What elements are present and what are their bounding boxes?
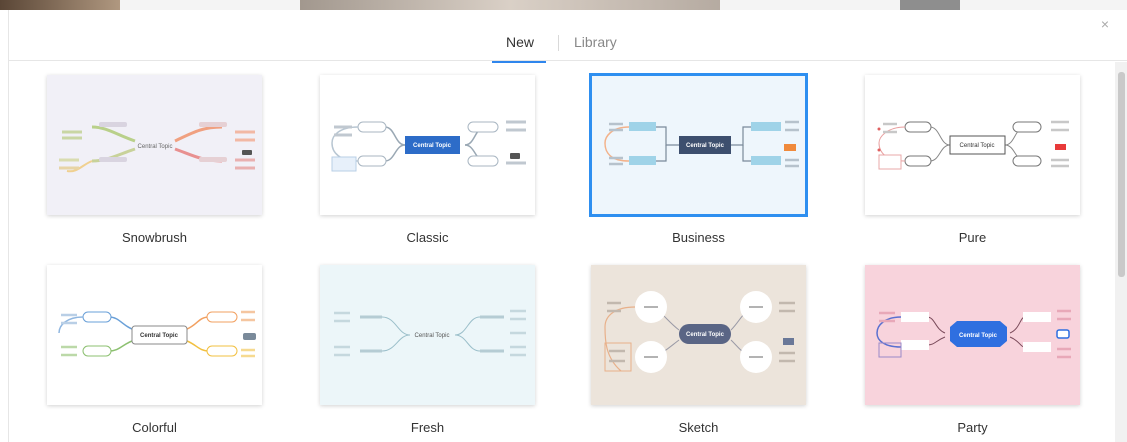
theme-label: Party <box>957 420 988 435</box>
central-topic-text: Central Topic <box>960 143 995 149</box>
vertical-scrollbar[interactable] <box>1115 62 1127 442</box>
central-topic-text: Central Topic <box>138 144 173 150</box>
new-document-dialog: × New Library Central Topic Snowbrush Ce… <box>8 10 1127 442</box>
central-topic-text: Central Topic <box>413 143 452 149</box>
theme-card-pure[interactable]: Central Topic Pure <box>865 75 1080 245</box>
tab-new[interactable]: New <box>491 34 547 63</box>
theme-label: Business <box>672 230 725 245</box>
central-topic-text: Central Topic <box>686 143 725 149</box>
theme-thumbnail-sketch: Central Topic <box>591 265 806 405</box>
theme-thumbnail-snowbrush: Central Topic <box>47 75 262 215</box>
theme-label: Classic <box>406 230 449 245</box>
central-topic-text: Central Topic <box>140 333 179 339</box>
scrollbar-thumb[interactable] <box>1118 72 1125 277</box>
theme-thumbnail-pure: Central Topic <box>865 75 1080 215</box>
central-topic-text: Central Topic <box>415 333 450 339</box>
theme-thumbnail-fresh: Central Topic <box>320 265 535 405</box>
theme-label: Snowbrush <box>121 230 188 245</box>
theme-card-fresh[interactable]: Central Topic Fresh <box>320 265 535 435</box>
theme-thumbnail-colorful: Central Topic <box>47 265 262 405</box>
theme-thumbnail-classic: Central Topic <box>320 75 535 215</box>
theme-card-colorful[interactable]: Central Topic Colorful <box>47 265 262 435</box>
theme-label: Fresh <box>410 420 445 435</box>
central-topic-text: Central Topic <box>686 332 725 338</box>
tab-divider <box>558 35 559 51</box>
theme-thumbnail-business: Central Topic <box>589 73 808 217</box>
theme-card-party[interactable]: Central Topic Party <box>865 265 1080 435</box>
theme-label: Colorful <box>132 420 177 435</box>
background-window-strip <box>0 0 1127 10</box>
theme-card-sketch[interactable]: Central Topic Sketch <box>591 265 806 435</box>
theme-card-classic[interactable]: Central Topic Classic <box>320 75 535 245</box>
theme-label: Sketch <box>678 420 719 435</box>
tab-library[interactable]: Library <box>574 34 617 61</box>
central-topic-text: Central Topic <box>959 333 998 339</box>
theme-card-business[interactable]: Central Topic Business <box>589 73 808 245</box>
theme-card-snowbrush[interactable]: Central Topic Snowbrush <box>47 75 262 245</box>
header-divider <box>9 60 1127 61</box>
theme-label: Pure <box>958 230 987 245</box>
dialog-tabs: New Library <box>9 29 1127 69</box>
theme-thumbnail-party: Central Topic <box>865 265 1080 405</box>
